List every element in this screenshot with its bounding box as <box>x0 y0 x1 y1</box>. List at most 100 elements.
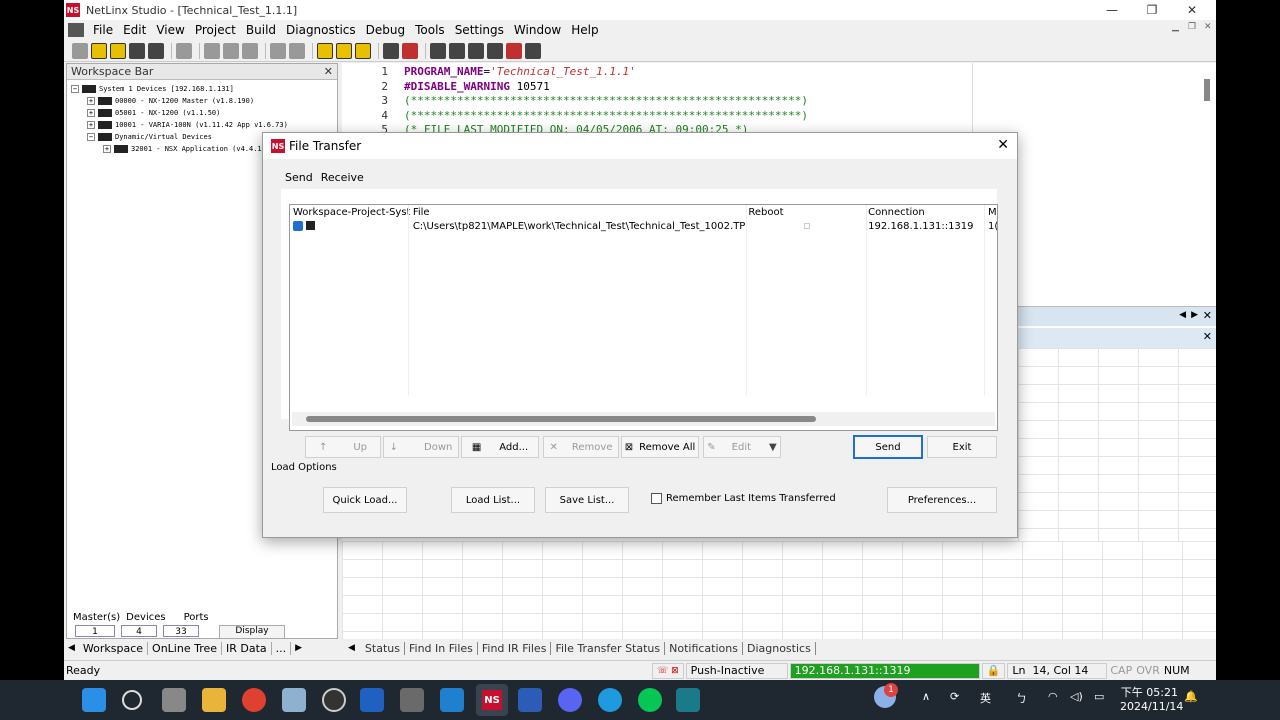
load-list-button[interactable]: Load List... <box>451 487 535 513</box>
discord-icon[interactable] <box>558 688 582 712</box>
tab-send[interactable]: Send <box>281 169 317 189</box>
exit-button[interactable]: Exit <box>927 436 997 458</box>
menu-settings[interactable]: Settings <box>450 23 509 37</box>
copy-icon[interactable] <box>223 42 239 59</box>
status-pane-icon[interactable] <box>355 42 371 59</box>
tab-find-in-files[interactable]: Find In Files <box>405 641 478 655</box>
maximize-button[interactable]: ❐ <box>1132 0 1172 20</box>
notification-bell-icon[interactable]: 🔔 <box>1184 690 1198 703</box>
save-all-icon[interactable] <box>148 42 164 59</box>
expand-toggle-icon[interactable]: + <box>87 121 95 129</box>
expand-toggle-icon[interactable]: − <box>87 133 95 141</box>
mdi-close-icon[interactable]: ✕ <box>1204 22 1212 32</box>
outlook-icon[interactable] <box>676 688 700 712</box>
checkbox-checked-icon[interactable] <box>293 220 303 231</box>
quick-load-button[interactable]: Quick Load... <box>323 487 407 513</box>
compile-icon[interactable] <box>383 42 399 59</box>
clock[interactable]: 下午 05:21 2024/11/14 <box>1120 684 1183 713</box>
tree-item[interactable]: − System 1 Devices [192.168.1.131] <box>71 83 337 95</box>
remove-button[interactable]: ✕ Remove <box>543 436 619 458</box>
subpanel-close-icon[interactable]: ✕ <box>1203 330 1212 343</box>
col-m[interactable]: M <box>985 207 997 218</box>
code-line[interactable]: (***************************************… <box>404 109 808 122</box>
table-row[interactable]: C:\Users\tp821\MAPLE\work\Technical_Test… <box>290 219 997 233</box>
battery-icon[interactable]: ▭ <box>1094 690 1104 703</box>
menu-project[interactable]: Project <box>190 23 241 37</box>
code-area[interactable]: 1 PROGRAM_NAME='Technical_Test_1.1.1' 2 #DI… <box>342 63 972 136</box>
scroll-thumb[interactable] <box>306 416 816 422</box>
chrome-icon[interactable] <box>242 688 266 712</box>
edit-button[interactable]: ✎ Edit ▼ <box>703 436 781 458</box>
preferences-button[interactable]: Preferences... <box>887 487 997 513</box>
menu-file[interactable]: File <box>88 23 118 37</box>
tray-chevron-icon[interactable]: ∧ <box>922 690 930 703</box>
tab-more[interactable]: ... <box>272 641 292 655</box>
col-connection[interactable]: Connection <box>865 207 985 218</box>
mdi-restore-icon[interactable]: ❐ <box>1188 22 1196 32</box>
close-button[interactable]: ✕ <box>1172 0 1212 20</box>
undo-icon[interactable] <box>270 42 286 59</box>
tab-receive[interactable]: Receive <box>317 169 368 189</box>
wifi-icon[interactable]: ◠ <box>1048 690 1058 703</box>
build-icon[interactable] <box>402 42 418 59</box>
expand-toggle-icon[interactable]: + <box>103 145 111 153</box>
mdi-doc-icon[interactable] <box>68 23 84 37</box>
menu-debug[interactable]: Debug <box>361 23 410 37</box>
display-button[interactable]: Display <box>219 625 285 639</box>
ime-indicator[interactable]: 英 <box>980 690 991 706</box>
remote-desktop-icon[interactable] <box>360 688 384 712</box>
tray-sync-icon[interactable]: ⟳ <box>950 690 959 703</box>
menu-view[interactable]: View <box>151 23 189 37</box>
tab-online-tree[interactable]: OnLine Tree <box>148 641 223 655</box>
app-icon-tools[interactable] <box>282 688 306 712</box>
paste-icon[interactable] <box>242 42 258 59</box>
open-folder-icon[interactable] <box>110 42 126 59</box>
reboot-checkbox[interactable] <box>803 222 810 229</box>
output-pane-icon[interactable] <box>336 42 352 59</box>
list-horizontal-scrollbar[interactable] <box>292 412 995 426</box>
print-icon[interactable] <box>176 42 192 59</box>
dialog-close-button[interactable]: ✕ <box>997 137 1009 153</box>
remember-checkbox[interactable] <box>651 493 662 504</box>
terminal-icon[interactable] <box>468 42 484 59</box>
save-list-button[interactable]: Save List... <box>545 487 629 513</box>
output-tabs-left-arrow-icon[interactable]: ◀ <box>342 643 361 653</box>
tree-item[interactable]: +05001 - NX-1200 (v1.1.50) <box>71 107 337 119</box>
task-view-icon[interactable] <box>162 688 186 712</box>
tabs-left-arrow-icon[interactable]: ◀ <box>64 643 79 653</box>
remove-all-button[interactable]: ⊠ Remove All <box>621 436 699 458</box>
panel-right-arrow-icon[interactable]: ▶ <box>1191 310 1198 320</box>
tab-ir-data[interactable]: IR Data <box>222 641 272 655</box>
menu-window[interactable]: Window <box>509 23 566 37</box>
edge-icon[interactable] <box>598 688 622 712</box>
down-button[interactable]: ↓ Down <box>383 436 459 458</box>
vscode-icon[interactable] <box>440 688 464 712</box>
remember-checkbox-row[interactable]: Remember Last Items Transferred <box>651 493 836 504</box>
tab-file-transfer-status[interactable]: File Transfer Status <box>551 641 666 655</box>
expand-toggle-icon[interactable]: − <box>71 85 79 93</box>
mdi-minimize-icon[interactable]: ▁ <box>1172 22 1179 32</box>
ime-mode-icon[interactable]: ㄅ <box>1016 690 1027 706</box>
save-icon[interactable] <box>129 42 145 59</box>
panel-left-arrow-icon[interactable]: ◀ <box>1179 310 1186 320</box>
tab-status[interactable]: Status <box>361 641 405 655</box>
code-line[interactable]: #DISABLE_WARNING 10571 <box>404 80 550 93</box>
word-icon[interactable] <box>518 688 542 712</box>
workspace-pane-icon[interactable] <box>317 42 333 59</box>
tabs-right-arrow-icon[interactable]: ▶ <box>291 643 306 653</box>
minimize-button[interactable]: — <box>1092 0 1132 20</box>
panel-close-icon[interactable]: ✕ <box>1203 309 1212 322</box>
send-button[interactable]: Send <box>853 435 923 459</box>
tn-icon[interactable] <box>487 42 503 59</box>
tree-item[interactable]: +10001 - VARIA-100N (v1.11.42 App v1.6.7… <box>71 119 337 131</box>
expand-toggle-icon[interactable]: + <box>87 109 95 117</box>
volume-icon[interactable]: ◁) <box>1070 690 1083 703</box>
menu-diagnostics[interactable]: Diagnostics <box>281 23 361 37</box>
col-workspace[interactable]: Workspace-Project-Syst... <box>290 207 410 218</box>
col-file[interactable]: File <box>410 207 746 218</box>
tab-workspace[interactable]: Workspace <box>79 641 149 655</box>
search-icon[interactable] <box>122 690 142 710</box>
editor-scroll-thumb[interactable] <box>1204 79 1210 101</box>
tab-notifications[interactable]: Notifications <box>665 641 743 655</box>
netlinx-taskbar-button[interactable]: NS <box>476 684 508 716</box>
